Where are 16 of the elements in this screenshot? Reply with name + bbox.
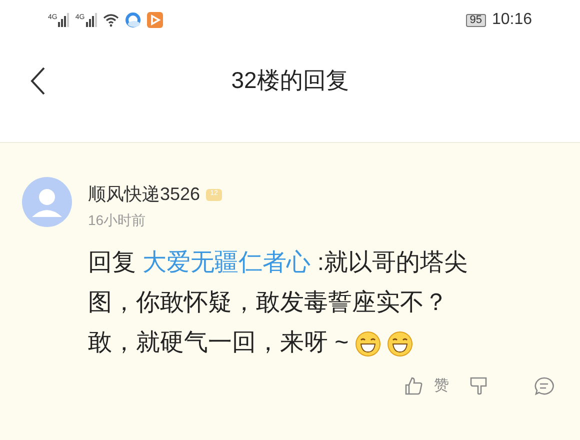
username[interactable]: 顺风快递3526 <box>88 181 200 208</box>
clock-time: 10:16 <box>492 10 532 30</box>
thumbs-up-icon[interactable] <box>404 376 424 396</box>
battery-indicator: 95 <box>466 14 486 26</box>
post-time: 16小时前 <box>88 211 147 230</box>
thumbs-down-icon[interactable] <box>469 376 489 396</box>
reply-text: 回复 大爱无疆仁者心 :就以哥的塔尖图，你敢怀疑，敢发毒誓座实不？敢，就硬气一回，来呀 ~ <box>88 248 470 359</box>
page-title: 32楼的回复 <box>231 66 349 95</box>
like-label[interactable]: 赞 <box>434 375 449 398</box>
play-app-icon <box>146 12 163 28</box>
grinning-emoji-icon <box>387 330 414 357</box>
wifi-icon <box>102 13 119 27</box>
cloud-app-icon <box>124 12 141 28</box>
comment-icon[interactable] <box>533 376 555 396</box>
grinning-emoji-icon <box>355 330 382 357</box>
mention-link[interactable]: 大爱无疆仁者心 <box>142 249 311 276</box>
